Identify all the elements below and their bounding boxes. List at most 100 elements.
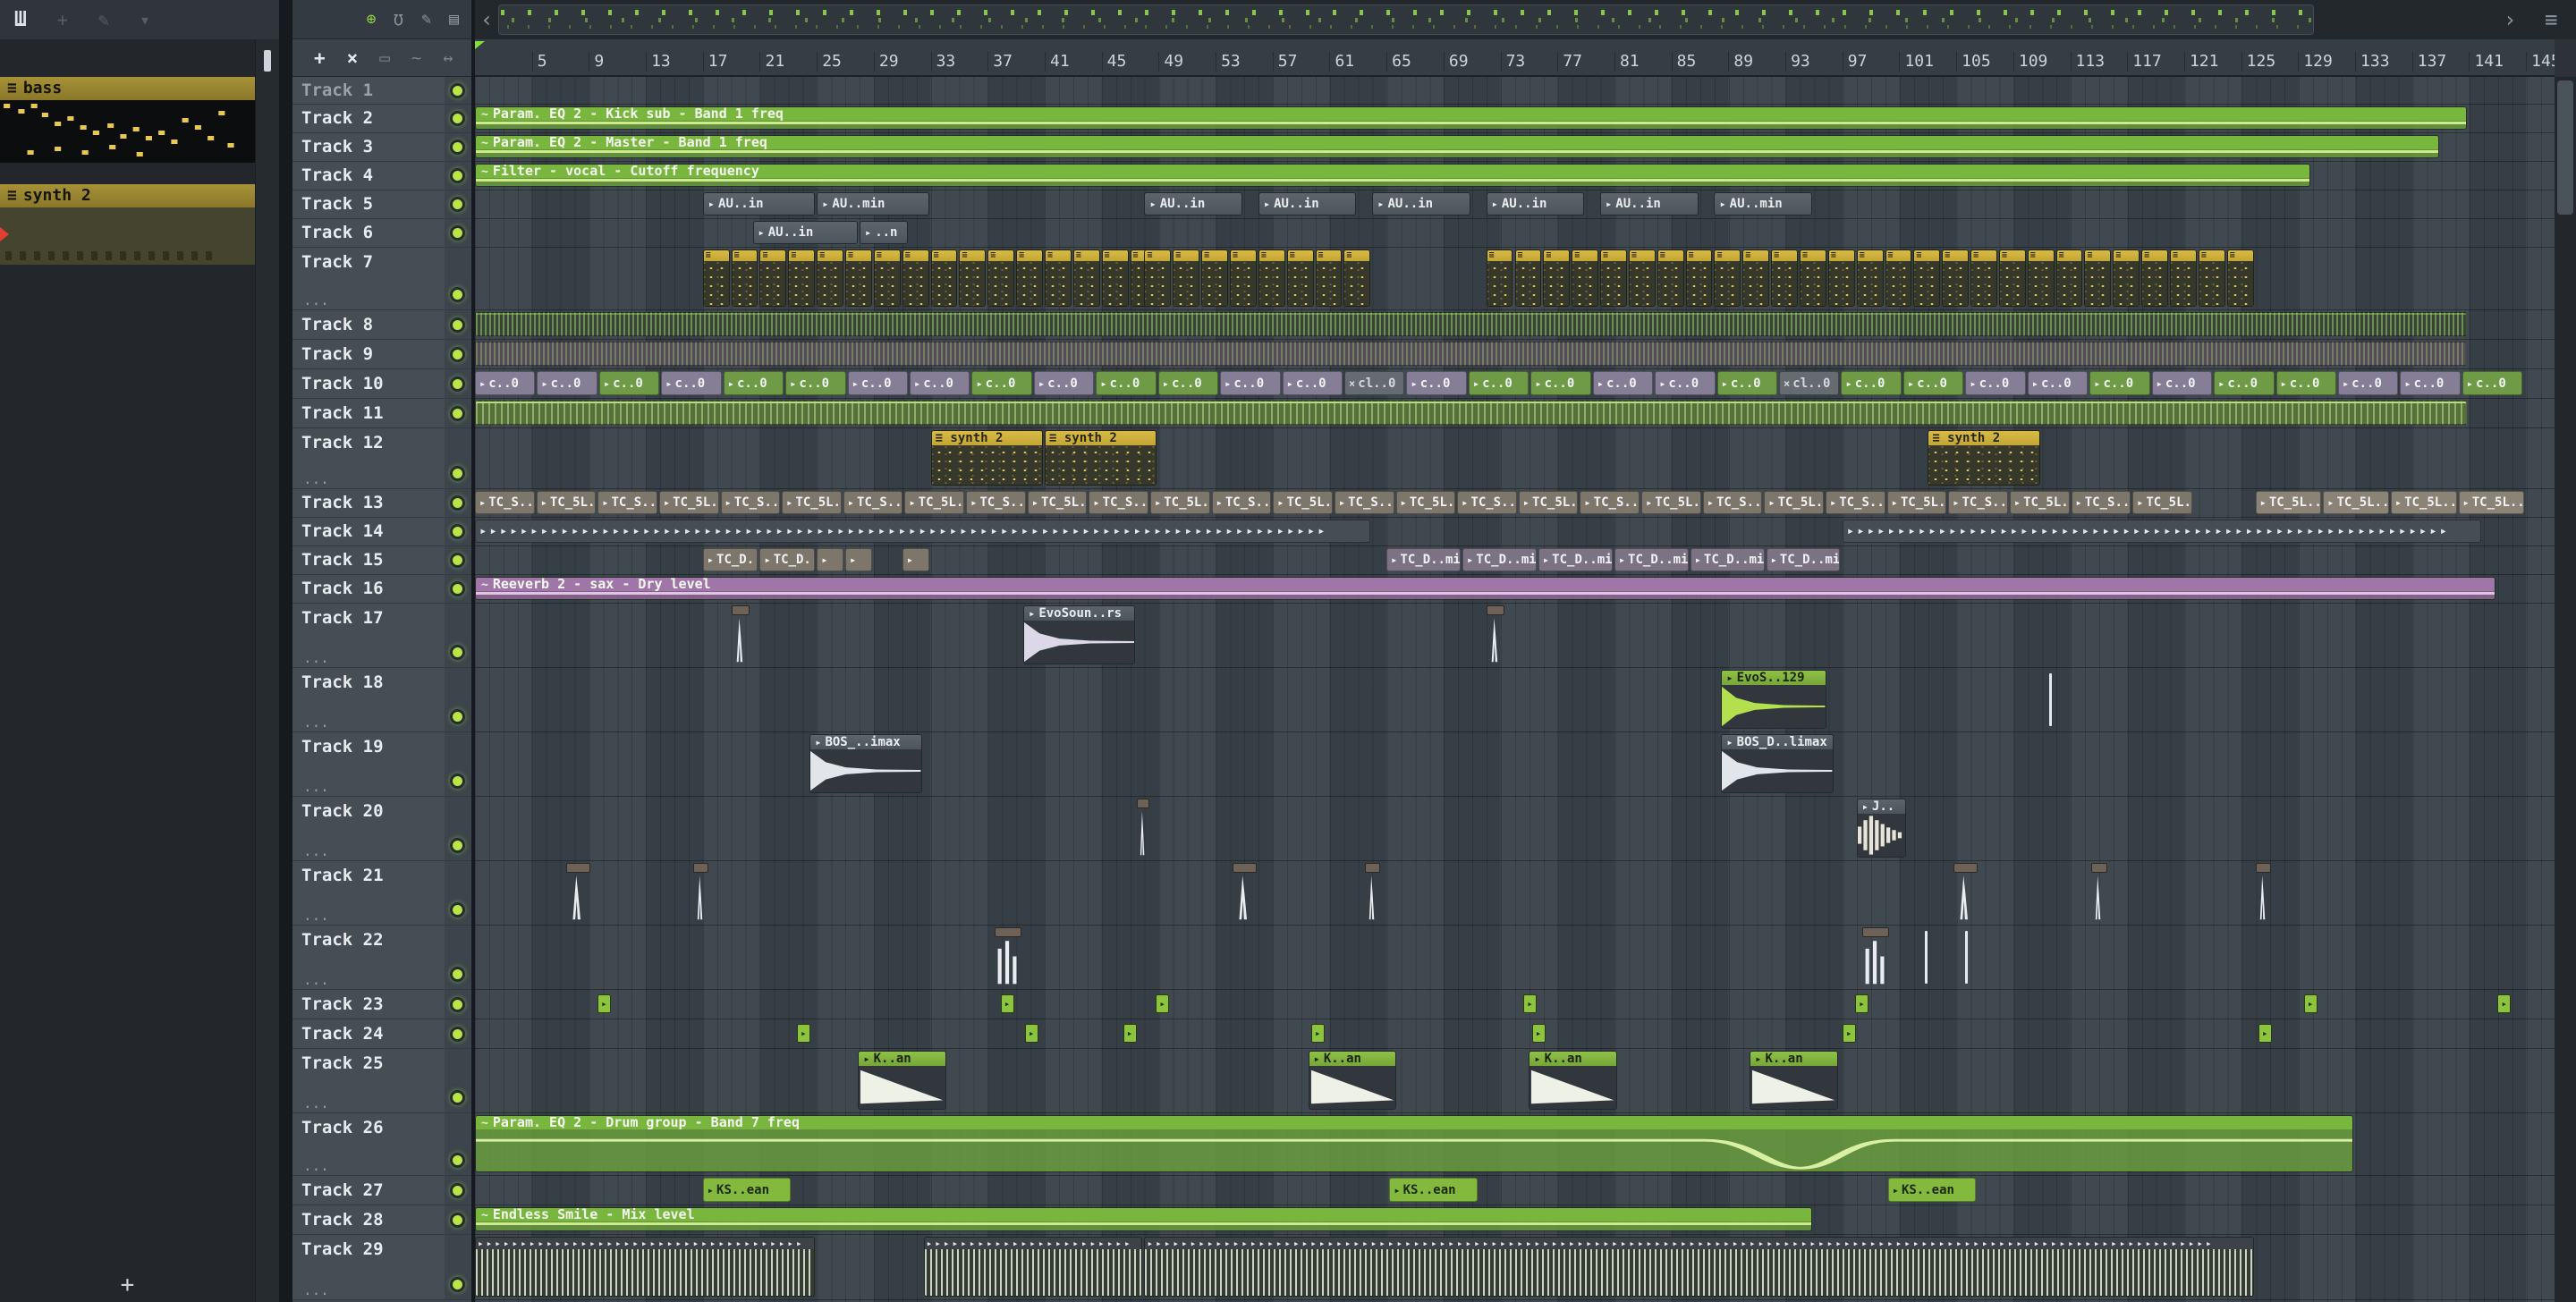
audio-clip-small[interactable]	[1233, 863, 1257, 922]
clip-chip[interactable]: ▸ c..0	[847, 371, 908, 395]
select-tool-icon[interactable]: ⊕	[367, 10, 377, 29]
timeline-tick[interactable]: 137	[2411, 52, 2446, 72]
audio-clip[interactable]: ▸ K..an	[858, 1051, 946, 1110]
clip-chip[interactable]: ▸TC_5L..rc_2	[2132, 491, 2192, 514]
track-row[interactable]: Track 1	[292, 77, 471, 105]
pattern-clip[interactable]: ≡	[1685, 249, 1713, 307]
clip-chip[interactable]: ▸TC_5L..rc_2	[1027, 491, 1088, 514]
automation-clip[interactable]: ~ Filter - vocal - Cutoff frequency	[475, 164, 2311, 187]
track-sublane-dots[interactable]: ...	[303, 293, 329, 308]
track-mute-led[interactable]	[450, 225, 465, 241]
playlist-lane[interactable]	[475, 861, 2555, 926]
clip-chip[interactable]: ▸TC_5L..rc_2	[1395, 491, 1456, 514]
playlist-lane[interactable]	[475, 399, 2555, 428]
track-row[interactable]: Track 2	[292, 105, 471, 133]
picker-add-button[interactable]: +	[121, 1272, 135, 1298]
playlist-lane[interactable]: ~ Param. EQ 2 - Drum group - Band 7 freq	[475, 1113, 2555, 1176]
clip-chip[interactable]: ▸ c..0	[910, 371, 970, 395]
pattern-clip[interactable]: ≡	[2084, 249, 2112, 307]
track-mute-led[interactable]	[450, 1182, 465, 1198]
timeline-tick[interactable]: 37	[987, 52, 1013, 72]
picker-scroll-handle[interactable]	[264, 50, 271, 72]
clip-chip[interactable]: ▸TC_S..rc_2	[1457, 491, 1517, 514]
audio-clip-small[interactable]	[1365, 863, 1381, 922]
pattern-clip[interactable]: ≡	[1856, 249, 1884, 307]
track-mute-led[interactable]	[450, 967, 465, 982]
pattern-header[interactable]: ≡ synth 2	[0, 184, 255, 207]
clip-chip[interactable]: ▸	[817, 548, 844, 571]
clip-chip[interactable]: ▸ c..0	[2337, 371, 2399, 395]
clip-chip[interactable]: ▸TC_5L..rc_2	[904, 491, 965, 514]
track-sublane-dots[interactable]: ...	[303, 780, 329, 794]
track-row[interactable]: Track 6	[292, 219, 471, 248]
clip-chip[interactable]: ▸ c..0	[1530, 371, 1591, 395]
clip-chip[interactable]: ▸ c..0	[785, 371, 846, 395]
note-stripe-clip[interactable]: ▸▸▸▸▸▸▸▸▸▸▸▸▸▸▸▸▸▸▸▸▸▸▸▸▸▸▸▸▸▸▸▸▸▸▸▸▸▸	[475, 1237, 816, 1297]
clip-chip[interactable]: ▸ c..0	[1220, 371, 1281, 395]
audio-clip[interactable]: ▸ AU..in	[1372, 192, 1470, 216]
paint-tool-icon[interactable]: ▭	[379, 48, 389, 68]
track-row[interactable]: Track 8	[292, 310, 471, 340]
overview-window[interactable]	[498, 4, 2314, 35]
audio-clip-small[interactable]	[2255, 863, 2271, 922]
track-sublane-dots[interactable]: ...	[303, 1283, 329, 1298]
clip-chip[interactable]: ▸ c..0	[2214, 371, 2275, 395]
track-mute-led[interactable]	[450, 553, 465, 568]
pattern-clip[interactable]: ≡	[1230, 249, 1257, 307]
pattern-clip[interactable]: ≡	[2170, 249, 2197, 307]
track-row[interactable]: Track 26...	[292, 1113, 471, 1176]
stretch-tool-icon[interactable]: ↔	[443, 48, 453, 68]
clip-chip[interactable]: ▸ c..0	[537, 371, 597, 395]
pattern-clip[interactable]: ≡	[1201, 249, 1228, 307]
playlist-lane[interactable]: ▸ ▸ ▸ ▸ ▸ ▸ ▸	[475, 990, 2555, 1019]
timeline-tick[interactable]: 117	[2127, 52, 2162, 72]
pattern-clip[interactable]: ≡	[702, 249, 730, 307]
clip-chip[interactable]: ▸ KS..ean	[702, 1178, 792, 1202]
track-sublane-dots[interactable]: ...	[303, 844, 329, 858]
clip-chip[interactable]: ▸ c..0	[1282, 371, 1343, 395]
timeline-tick[interactable]: 109	[2012, 52, 2047, 72]
note-stripe-clip[interactable]: ▸▸▸▸▸▸▸▸▸▸▸▸▸▸▸▸▸▸▸▸▸▸▸▸▸▸▸▸▸▸▸▸▸▸▸▸▸▸▸▸…	[1144, 1237, 2254, 1297]
clip-chip[interactable]: ▸TC_5L..rc_2	[2323, 491, 2389, 514]
pattern-clip[interactable]: ≡	[788, 249, 816, 307]
audio-clip-small[interactable]	[1137, 799, 1150, 858]
timeline-tick[interactable]: 145	[2526, 52, 2555, 72]
timeline-tick[interactable]: 113	[2070, 52, 2105, 72]
audio-clip[interactable]: ▸ AU..in	[1144, 192, 1242, 216]
scroll-left-icon[interactable]: ‹	[480, 0, 493, 39]
clip-chip[interactable]: ▸TC_S..rc_2	[475, 491, 535, 514]
rename-pattern-icon[interactable]: ✎	[98, 9, 109, 30]
timeline-tick[interactable]: 89	[1728, 52, 1753, 72]
vertical-scrollbar[interactable]	[2555, 77, 2576, 1302]
pattern-clip[interactable]: ≡	[1258, 249, 1285, 307]
clip-chip[interactable]: ▸ c..0	[598, 371, 660, 395]
clip-chip[interactable]: ▸TC_D..min	[759, 548, 816, 571]
audio-stripe-clip[interactable]	[475, 342, 2468, 366]
track-sublane-dots[interactable]: ...	[303, 973, 329, 987]
playlist-overview-scrollbar[interactable]: ‹ › ≡	[475, 0, 2576, 40]
timeline-tick[interactable]: 141	[2469, 52, 2504, 72]
track-row[interactable]: Track 21...	[292, 861, 471, 926]
clip-chip[interactable]: ▸TC_S..rc_2	[2071, 491, 2131, 514]
clip-chip[interactable]: × cl..0	[1779, 371, 1840, 395]
clip-chip[interactable]: × cl..0	[1344, 371, 1405, 395]
audio-clip[interactable]: ▸ J..	[1856, 799, 1907, 858]
slip-tool-icon[interactable]: ~	[411, 48, 421, 68]
mini-clip[interactable]: ▸	[1531, 1024, 1546, 1043]
audio-clip-small[interactable]	[1486, 605, 1504, 664]
track-mute-led[interactable]	[450, 645, 465, 660]
track-mute-led[interactable]	[450, 111, 465, 126]
track-sublane-dots[interactable]: ...	[303, 1159, 329, 1173]
track-row[interactable]: Track 29...	[292, 1235, 471, 1300]
audio-clip[interactable]: ▸ K..an	[1529, 1051, 1617, 1110]
audio-clip-small[interactable]	[1862, 927, 1889, 986]
clip-chip[interactable]: ▸	[845, 548, 872, 571]
timeline-tick[interactable]: 33	[930, 52, 955, 72]
track-row[interactable]: Track 16	[292, 575, 471, 604]
pattern-clip[interactable]: ≡	[1998, 249, 2026, 307]
audio-clip[interactable]: ▸ BOS_D..limax	[1721, 734, 1834, 793]
clip-chip[interactable]: ▸TC_5L..rc_2	[2009, 491, 2070, 514]
pattern-cell-synth-2[interactable]: ≡ synth 2	[0, 184, 255, 265]
audio-clip-small[interactable]	[995, 927, 1022, 986]
track-sublane-dots[interactable]: ...	[303, 472, 329, 486]
